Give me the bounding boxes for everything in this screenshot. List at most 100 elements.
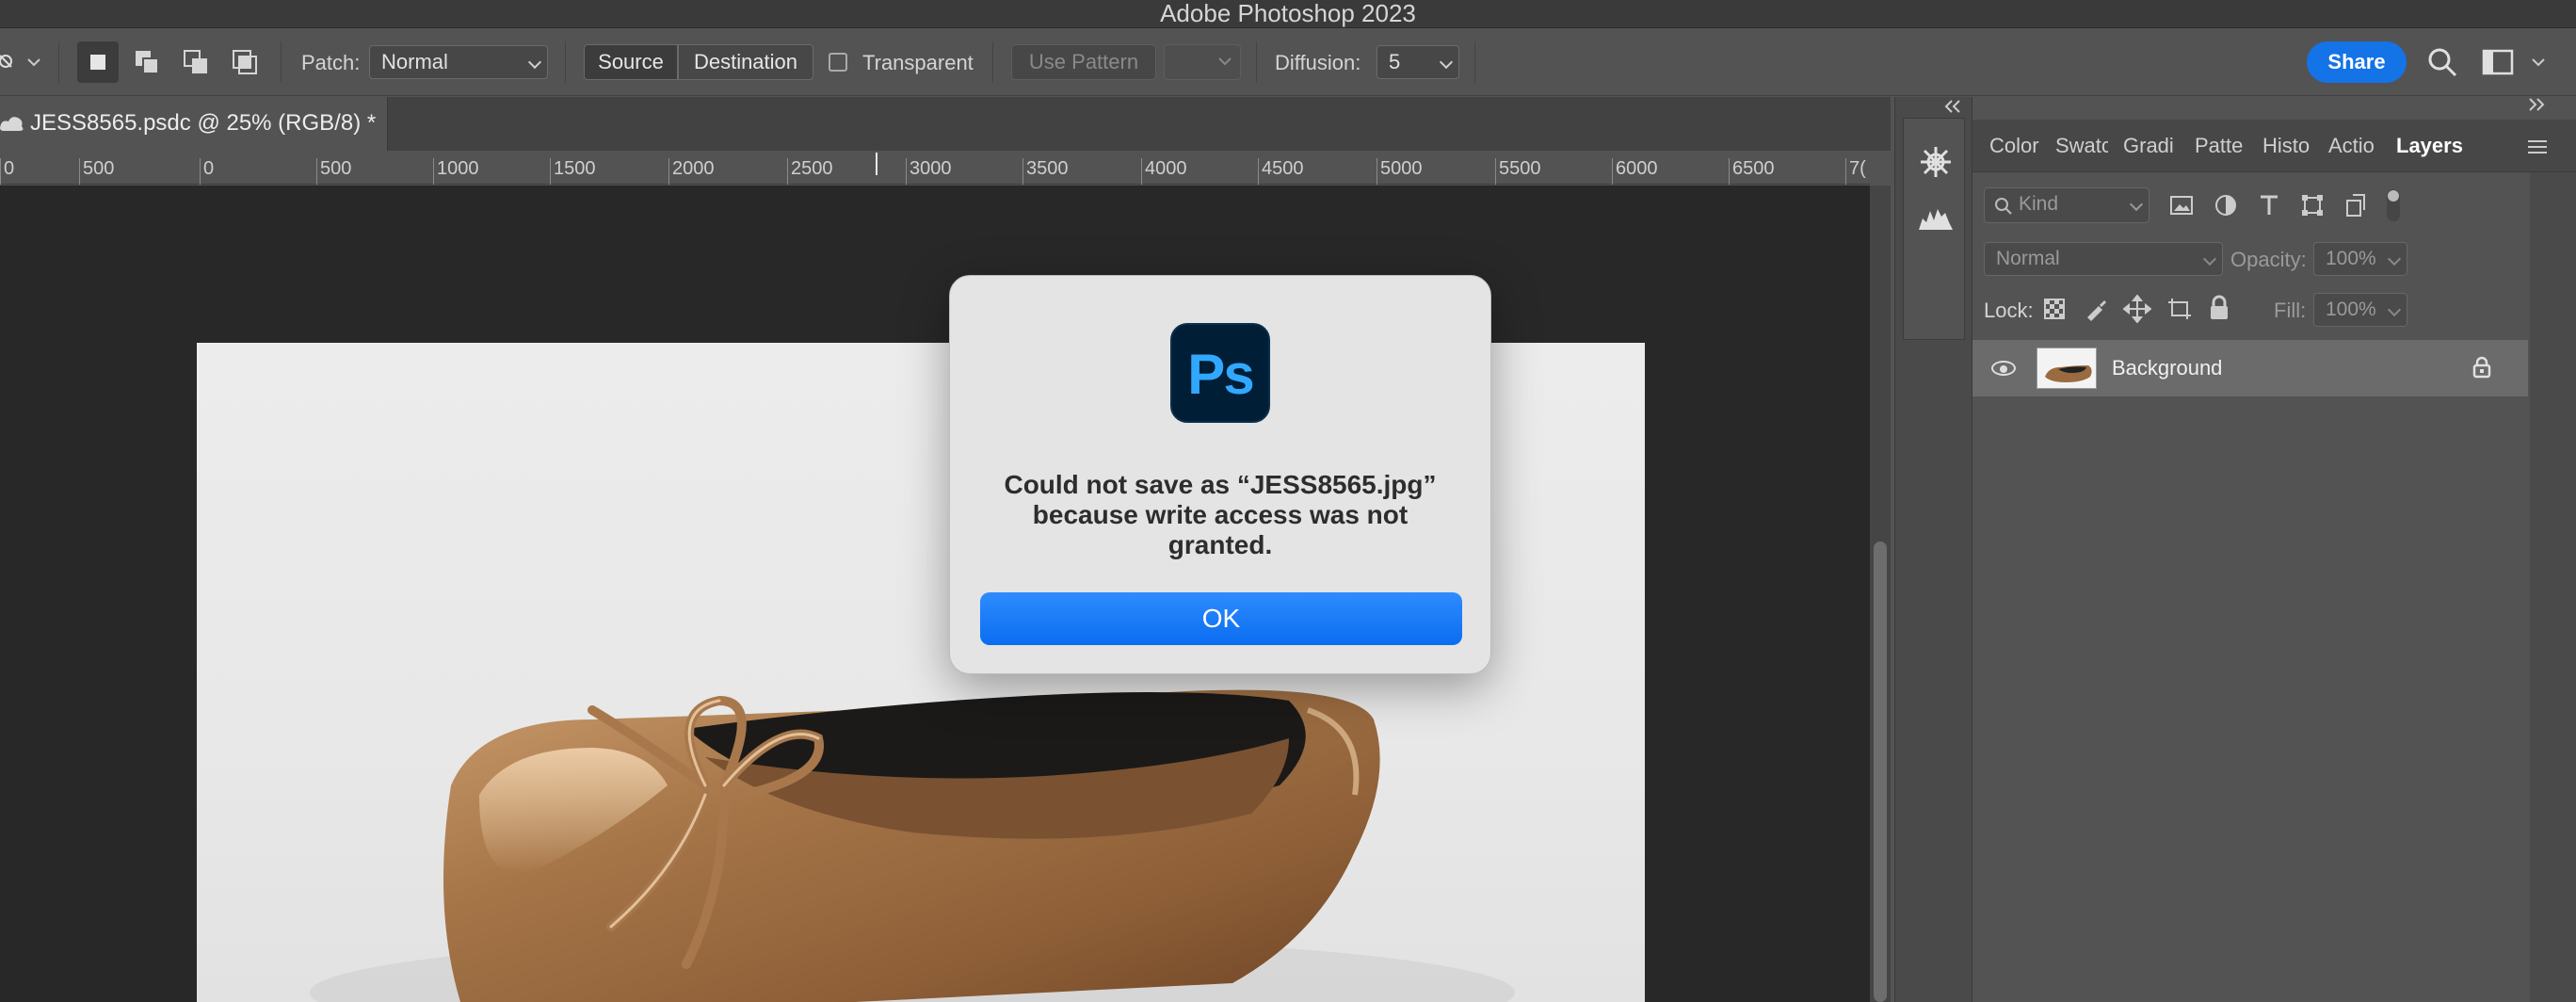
workspace-icon[interactable] <box>2482 47 2514 82</box>
divider <box>58 41 59 83</box>
ruler-tick: 1500 <box>550 158 596 185</box>
lock-transparent-pixels-icon[interactable] <box>2042 297 2067 326</box>
lock-image-pixels-icon[interactable] <box>2084 297 2108 326</box>
panel-tabs: Color Swatc Gradi Patte Histo Actio Laye… <box>1972 120 2576 172</box>
ruler-tick: 7( <box>1845 158 1870 185</box>
navigator-icon[interactable] <box>1919 145 1953 184</box>
ruler-tick: 500 <box>79 158 114 185</box>
ruler-tick: 3500 <box>1022 158 1069 185</box>
collapsed-panel-dock <box>1894 97 1972 1002</box>
lock-label: Lock: <box>1984 299 2034 322</box>
ruler-tick: 6000 <box>1612 158 1658 185</box>
window-title: Adobe Photoshop 2023 <box>1160 0 1416 27</box>
transparent-checkbox[interactable] <box>829 53 847 72</box>
diffusion-select[interactable]: 5 <box>1377 45 1459 79</box>
source-button[interactable]: Source <box>584 44 678 80</box>
subtract-from-selection-button[interactable] <box>175 41 217 83</box>
pattern-picker[interactable] <box>1164 44 1241 80</box>
patch-mode-select[interactable]: Normal <box>369 45 548 79</box>
kind-filter-select[interactable]: Kind <box>1984 187 2149 223</box>
save-error-dialog: Ps Could not save as “JESS8565.jpg” beca… <box>949 275 1491 674</box>
tab-histogram[interactable]: Histo <box>2262 120 2315 172</box>
workspace-chevron-icon[interactable] <box>2531 57 2546 73</box>
panel-menu-icon[interactable] <box>2526 138 2549 160</box>
ruler-tick: 6500 <box>1729 158 1775 185</box>
fill-label: Fill: <box>2274 299 2307 322</box>
divider <box>565 41 566 83</box>
chevron-down-icon <box>2202 251 2217 267</box>
new-selection-button[interactable] <box>77 41 119 83</box>
chevron-down-icon <box>2129 197 2144 212</box>
filter-adjustment-icon[interactable] <box>2214 193 2238 222</box>
search-icon[interactable] <box>2425 45 2459 84</box>
histogram-icon[interactable] <box>1917 202 1955 236</box>
expand-panels-icon[interactable] <box>2526 97 2547 117</box>
share-button[interactable]: Share <box>2307 41 2407 83</box>
document-tab[interactable]: JESS8565.psdc @ 25% (RGB/8) * <box>0 97 388 151</box>
fill-value: 100% <box>2326 299 2376 320</box>
ruler-tick: 5000 <box>1377 158 1423 185</box>
title-bar: Adobe Photoshop 2023 <box>0 0 2576 28</box>
filter-pixel-icon[interactable] <box>2168 193 2195 222</box>
ruler-tick: 4500 <box>1258 158 1304 185</box>
collapse-dock-icon[interactable] <box>1942 99 1963 119</box>
panel-edge-strip <box>2530 172 2576 1002</box>
filter-shape-icon[interactable] <box>2300 193 2325 222</box>
opacity-input[interactable]: 100% <box>2313 242 2407 276</box>
filter-smart-object-icon[interactable] <box>2343 193 2368 222</box>
filter-type-icon[interactable] <box>2257 193 2281 222</box>
blend-mode-value: Normal <box>1996 248 2060 269</box>
tab-layers[interactable]: Layers <box>2396 120 2481 172</box>
photoshop-window: Adobe Photoshop 2023 Patch: Normal Sourc… <box>0 0 2576 1002</box>
ruler-tick: 2500 <box>787 158 833 185</box>
lock-position-icon[interactable] <box>2122 294 2152 328</box>
tab-color[interactable]: Color <box>1989 120 2048 172</box>
layer-lock-icon[interactable] <box>2471 355 2492 384</box>
kind-filter-value: Kind <box>2019 193 2059 215</box>
vertical-scrollbar[interactable] <box>1870 186 1891 1002</box>
diffusion-value: 5 <box>1389 50 1401 73</box>
diffusion-label: Diffusion: <box>1275 51 1361 74</box>
dialog-message: Could not save as “JESS8565.jpg” because… <box>1004 470 1437 559</box>
tool-preset-icon[interactable] <box>0 47 21 75</box>
divider <box>992 41 993 83</box>
ok-button[interactable]: OK <box>980 592 1462 645</box>
ruler-tick: 0 <box>0 158 14 185</box>
transparent-label: Transparent <box>862 51 974 74</box>
chevron-down-icon <box>527 55 542 70</box>
opacity-label: Opacity: <box>2230 248 2307 271</box>
layer-thumbnail <box>2037 347 2097 389</box>
layer-row[interactable]: Background <box>1972 340 2528 396</box>
ruler-tick: 1000 <box>433 158 479 185</box>
use-pattern-button[interactable]: Use Pattern <box>1011 44 1156 80</box>
ruler-cursor-marker <box>876 153 877 175</box>
layers-panel: Color Swatc Gradi Patte Histo Actio Laye… <box>1972 97 2576 1002</box>
destination-button[interactable]: Destination <box>678 44 813 80</box>
cloud-icon <box>0 117 24 131</box>
tab-patterns[interactable]: Patte <box>2195 120 2247 172</box>
filter-toggle[interactable] <box>2387 189 2400 221</box>
add-to-selection-button[interactable] <box>126 41 168 83</box>
visibility-eye-icon[interactable] <box>1991 361 2016 376</box>
scrollbar-thumb[interactable] <box>1874 541 1887 1002</box>
tab-actions[interactable]: Actio <box>2328 120 2381 172</box>
ruler-tick: 0 <box>200 158 214 185</box>
patch-mode-value: Normal <box>381 50 448 73</box>
lock-all-icon[interactable] <box>2208 295 2230 326</box>
canvas-area[interactable] <box>0 186 1870 1002</box>
intersect-selection-button[interactable] <box>224 41 266 83</box>
tab-gradients[interactable]: Gradi <box>2123 120 2178 172</box>
document-tab-title: JESS8565.psdc @ 25% (RGB/8) * <box>30 110 377 136</box>
lock-artboard-icon[interactable] <box>2166 297 2193 326</box>
divider <box>1256 41 1257 83</box>
photoshop-logo-text: Ps <box>1187 343 1254 406</box>
ruler-tick: 4000 <box>1141 158 1187 185</box>
tab-swatches[interactable]: Swatc <box>2055 120 2108 172</box>
fill-input[interactable]: 100% <box>2313 293 2407 327</box>
opacity-value: 100% <box>2326 248 2376 269</box>
ruler-tick: 500 <box>316 158 351 185</box>
options-bar: Patch: Normal Source Destination Transpa… <box>0 28 2576 96</box>
blend-mode-select[interactable]: Normal <box>1984 242 2223 276</box>
tool-preset-chevron-icon[interactable] <box>26 57 41 73</box>
dock-group <box>1903 118 1965 340</box>
